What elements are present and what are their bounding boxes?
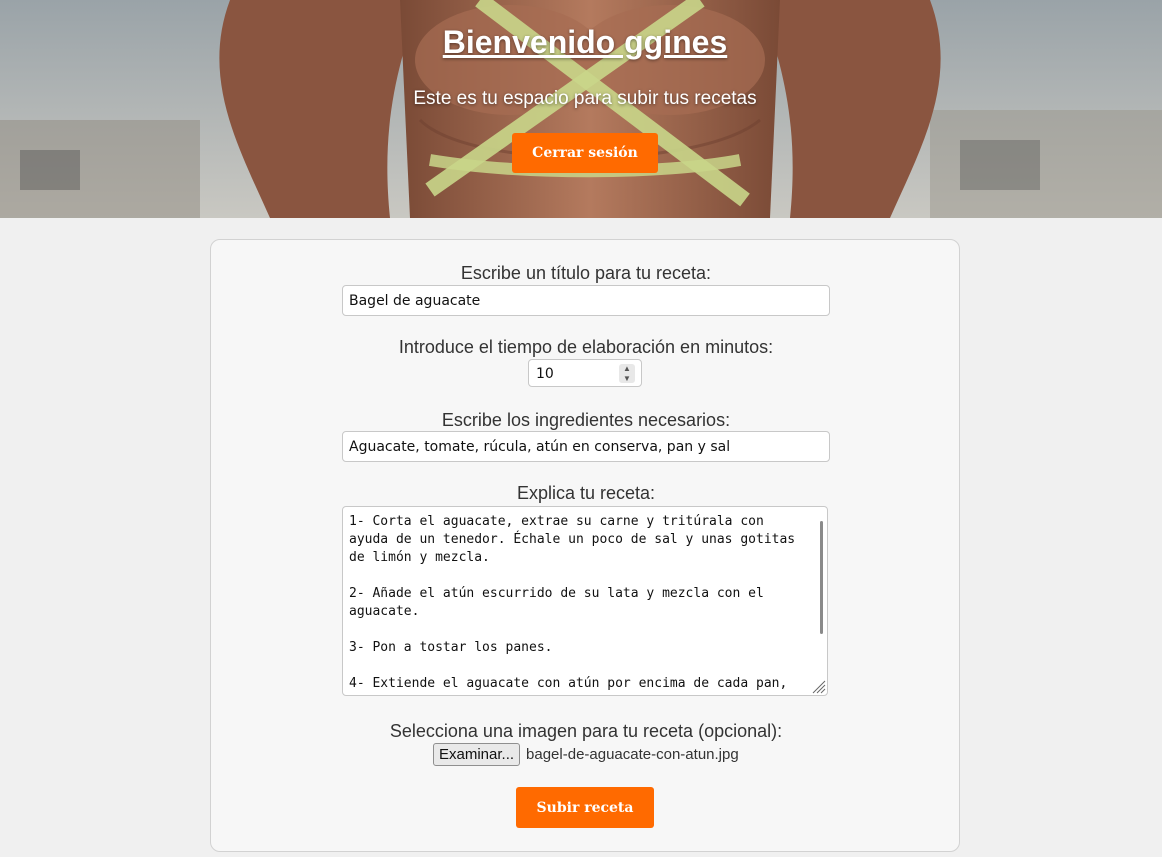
- file-picker: Examinar... bagel-de-aguacate-con-atun.j…: [433, 742, 739, 766]
- selected-file-name: bagel-de-aguacate-con-atun.jpg: [526, 745, 739, 763]
- hero-banner: Bienvenido ggines Este es tu espacio par…: [0, 0, 1162, 218]
- ingredients-input-value: Aguacate, tomate, rúcula, atún en conser…: [349, 438, 731, 455]
- recipe-textarea-value: 1- Corta el aguacate, extrae su carne y …: [349, 514, 796, 691]
- resize-handle-icon[interactable]: [810, 678, 826, 694]
- recipe-form: Escribe un título para tu receta: Bagel …: [210, 239, 960, 852]
- spinner-down-icon[interactable]: ▼: [619, 374, 635, 383]
- title-input-value: Bagel de aguacate: [349, 292, 481, 309]
- ingredients-input[interactable]: Aguacate, tomate, rúcula, atún en conser…: [342, 431, 830, 462]
- textarea-scrollbar[interactable]: [820, 521, 823, 634]
- time-label: Introduce el tiempo de elaboración en mi…: [398, 337, 774, 357]
- logout-button[interactable]: Cerrar sesión: [512, 133, 658, 173]
- time-input[interactable]: 10 ▲ ▼: [528, 359, 642, 387]
- ingredients-label: Escribe los ingredientes necesarios:: [441, 410, 731, 430]
- title-label: Escribe un título para tu receta:: [460, 263, 712, 283]
- page-title: Bienvenido ggines: [442, 24, 728, 60]
- page-subtitle: Este es tu espacio para subir tus receta…: [413, 88, 757, 109]
- recipe-textarea[interactable]: 1- Corta el aguacate, extrae su carne y …: [342, 506, 828, 696]
- spinner-up-icon[interactable]: ▲: [619, 364, 635, 373]
- image-label: Selecciona una imagen para tu receta (op…: [389, 721, 783, 741]
- submit-recipe-button[interactable]: Subir receta: [516, 787, 654, 828]
- recipe-label: Explica tu receta:: [516, 483, 656, 503]
- browse-button[interactable]: Examinar...: [433, 742, 521, 766]
- time-input-value: 10: [536, 366, 554, 382]
- time-spinner[interactable]: ▲ ▼: [619, 364, 635, 383]
- title-input[interactable]: Bagel de aguacate: [342, 285, 830, 316]
